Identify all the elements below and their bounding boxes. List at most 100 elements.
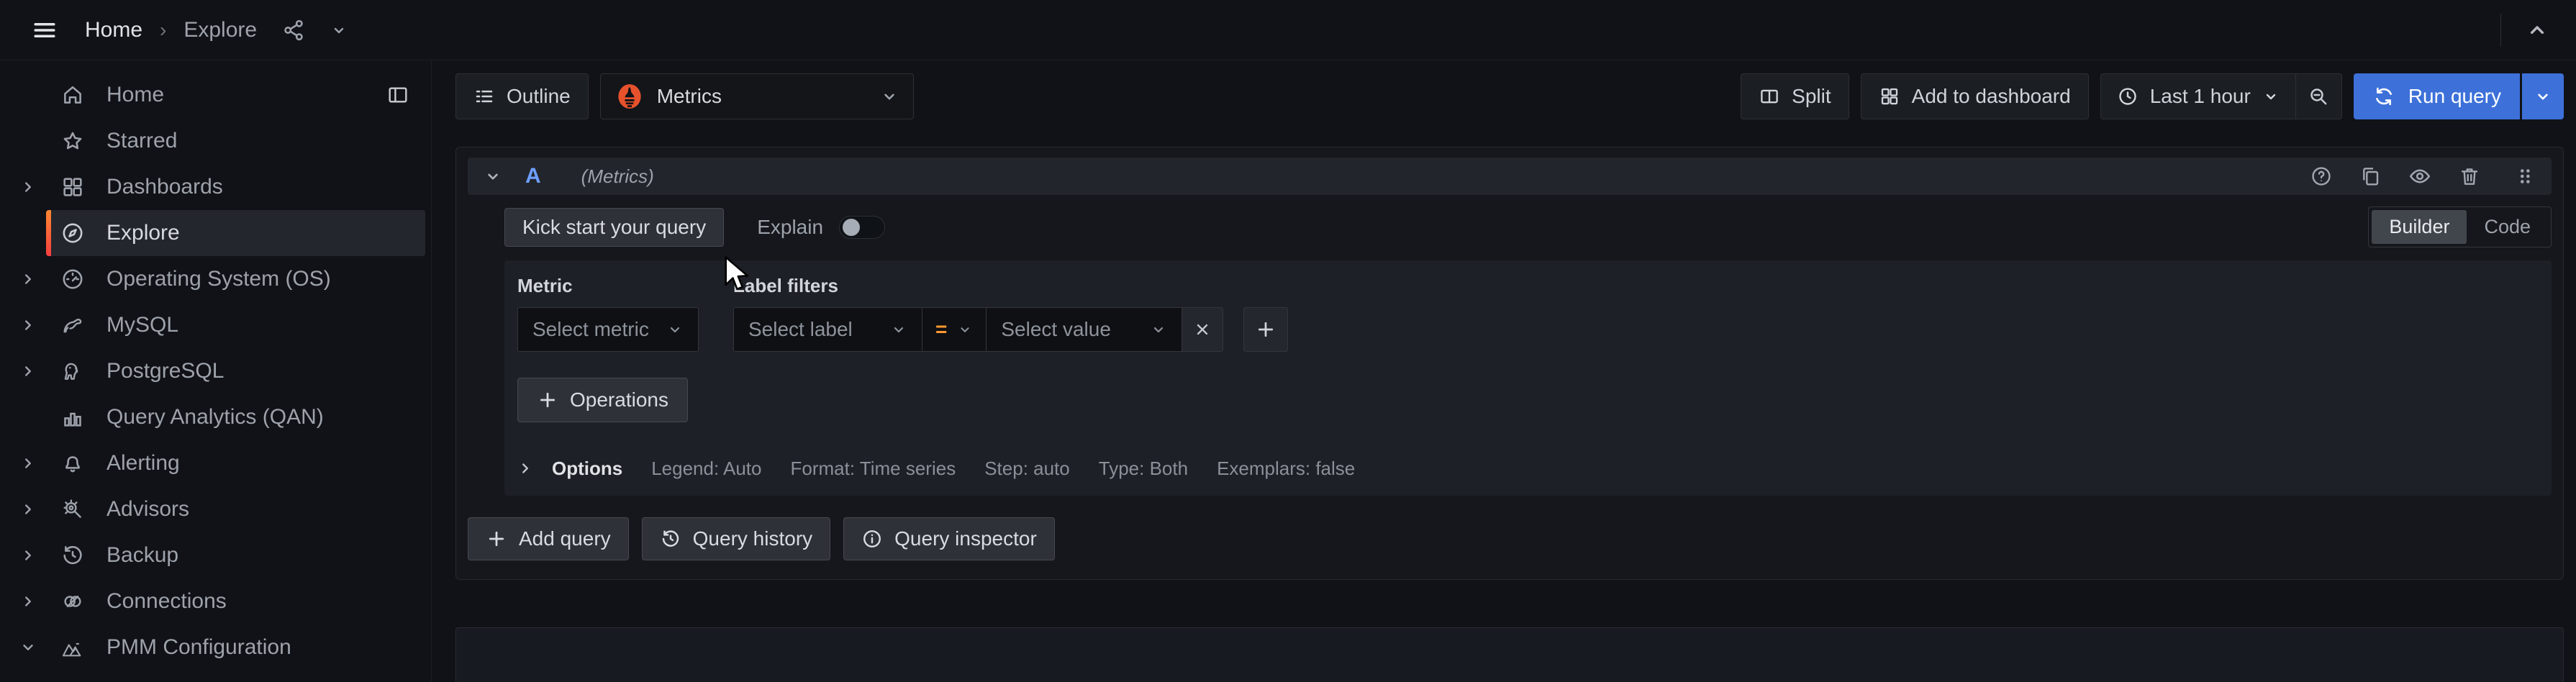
explore-main: Outline Metrics Split Add to dashboard [432,60,2576,682]
run-query-options-caret[interactable] [2522,73,2564,119]
sidebar-item-query-analytics[interactable]: Query Analytics (QAN) [46,394,425,440]
hide-response-button[interactable] [2408,164,2432,188]
chevron-right-icon [20,271,36,287]
sidebar-item-mysql[interactable]: MySQL [46,302,425,348]
apps-icon [1879,86,1900,107]
share-button[interactable] [281,18,306,42]
add-operation-button[interactable]: Operations [517,378,688,422]
star-icon [60,129,85,153]
top-bar: Home › Explore [0,0,2576,60]
toggle-knob [843,219,860,236]
label-select-placeholder: Select label [748,318,853,341]
trash-icon [2458,165,2481,188]
query-header-actions [2310,164,2536,188]
chevron-down-icon [890,321,907,338]
run-query-split-button: Run query [2354,73,2564,119]
chevron-right-icon [20,363,36,379]
explain-toggle[interactable] [839,216,885,239]
split-label: Split [1792,85,1831,108]
bar-chart-icon [60,405,85,429]
value-select[interactable]: Select value [986,307,1182,352]
apps-icon [60,175,85,199]
option-format: Format: Time series [790,458,956,480]
breadcrumb: Home › Explore [85,18,348,42]
remove-label-filter-button[interactable] [1182,307,1223,352]
remove-query-button[interactable] [2458,165,2481,188]
chevron-up-icon [2526,19,2549,42]
run-query-button[interactable]: Run query [2354,73,2520,119]
collapse-topbar-button[interactable] [2526,19,2549,42]
clock-icon [2117,86,2139,107]
sidebar-item-pmm-configuration[interactable]: PMM Configuration [46,624,425,670]
sidebar-item-alerting[interactable]: Alerting [46,440,425,486]
chevron-right-icon [20,455,36,471]
sidebar-item-advisors[interactable]: Advisors [46,486,425,532]
query-inspector-button[interactable]: Query inspector [843,517,1055,560]
chevron-down-icon [2262,88,2280,105]
grip-icon [2514,165,2536,187]
mode-builder-option[interactable]: Builder [2372,210,2467,244]
chevron-down-icon [880,87,899,106]
outline-label: Outline [507,85,571,108]
split-icon [1759,86,1780,107]
postgresql-elephant-icon [60,359,85,383]
editor-mode-switch: Builder Code [2368,206,2552,247]
option-step: Step: auto [984,458,1070,480]
query-history-button[interactable]: Query history [642,517,831,560]
sidebar-item-explore[interactable]: Explore [46,210,425,256]
breadcrumb-actions-caret[interactable] [330,22,348,39]
query-options-row[interactable]: Options Legend: Auto Format: Time series… [517,455,2534,481]
duplicate-query-button[interactable] [2359,165,2382,188]
query-footer-actions: Add query Query history Query inspector [468,517,2552,560]
plus-icon [537,389,558,411]
mode-code-option[interactable]: Code [2467,210,2548,244]
zoom-out-time-button[interactable] [2295,74,2341,119]
query-row-header[interactable]: A (Metrics) [468,158,2552,195]
prometheus-icon [615,82,644,111]
option-exemplars: Exemplars: false [1217,458,1355,480]
sidebar-item-postgresql[interactable]: PostgreSQL [46,348,425,394]
label-select[interactable]: Select label [733,307,922,352]
sidebar-item-operating-system[interactable]: Operating System (OS) [46,256,425,302]
kick-start-query-button[interactable]: Kick start your query [504,208,724,247]
menu-toggle-button[interactable] [29,14,60,46]
sidebar-item-dashboards[interactable]: Dashboards [46,164,425,210]
grafana-explore-page: Home › Explore Home [0,0,2576,682]
split-button[interactable]: Split [1741,73,1849,119]
run-query-label: Run query [2408,85,2501,108]
sidebar-item-label: Query Analytics (QAN) [106,405,324,429]
drag-query-handle[interactable] [2514,165,2536,187]
operator-select[interactable]: = [922,307,986,352]
operations-label: Operations [570,388,668,412]
sidebar-item-home[interactable]: Home [46,72,425,118]
sidebar-item-label: Explore [106,221,180,245]
panel-left-icon [386,83,409,106]
add-query-label: Add query [519,527,611,550]
chevron-down-icon [484,167,502,186]
chevron-down-icon [330,22,348,39]
kick-start-label: Kick start your query [522,216,706,239]
links-icon [60,589,85,614]
copy-icon [2359,165,2382,188]
query-builder-card: Metric Select metric Label filters [504,260,2552,496]
time-range-label: Last 1 hour [2150,85,2251,108]
add-label-filter-button[interactable] [1243,307,1288,352]
metric-select[interactable]: Select metric [517,307,699,352]
value-select-placeholder: Select value [1001,318,1111,341]
sidebar-item-connections[interactable]: Connections [46,578,425,624]
query-inspector-label: Query inspector [894,527,1037,550]
sidebar-item-backup[interactable]: Backup [46,532,425,578]
outline-button[interactable]: Outline [455,73,589,119]
add-query-button[interactable]: Add query [468,517,629,560]
breadcrumb-home[interactable]: Home [85,18,142,42]
add-to-dashboard-button[interactable]: Add to dashboard [1861,73,2089,119]
sidebar-item-starred[interactable]: Starred [46,118,425,164]
datasource-picker[interactable]: Metrics [600,73,914,119]
sidebar-item-label: Backup [106,543,178,568]
time-picker-group: Last 1 hour [2100,73,2342,119]
sidebar-item-label: Operating System (OS) [106,267,331,291]
time-range-button[interactable]: Last 1 hour [2101,74,2295,119]
compass-icon [60,221,85,245]
query-help-button[interactable] [2310,165,2333,188]
dock-menu-button[interactable] [386,83,409,106]
